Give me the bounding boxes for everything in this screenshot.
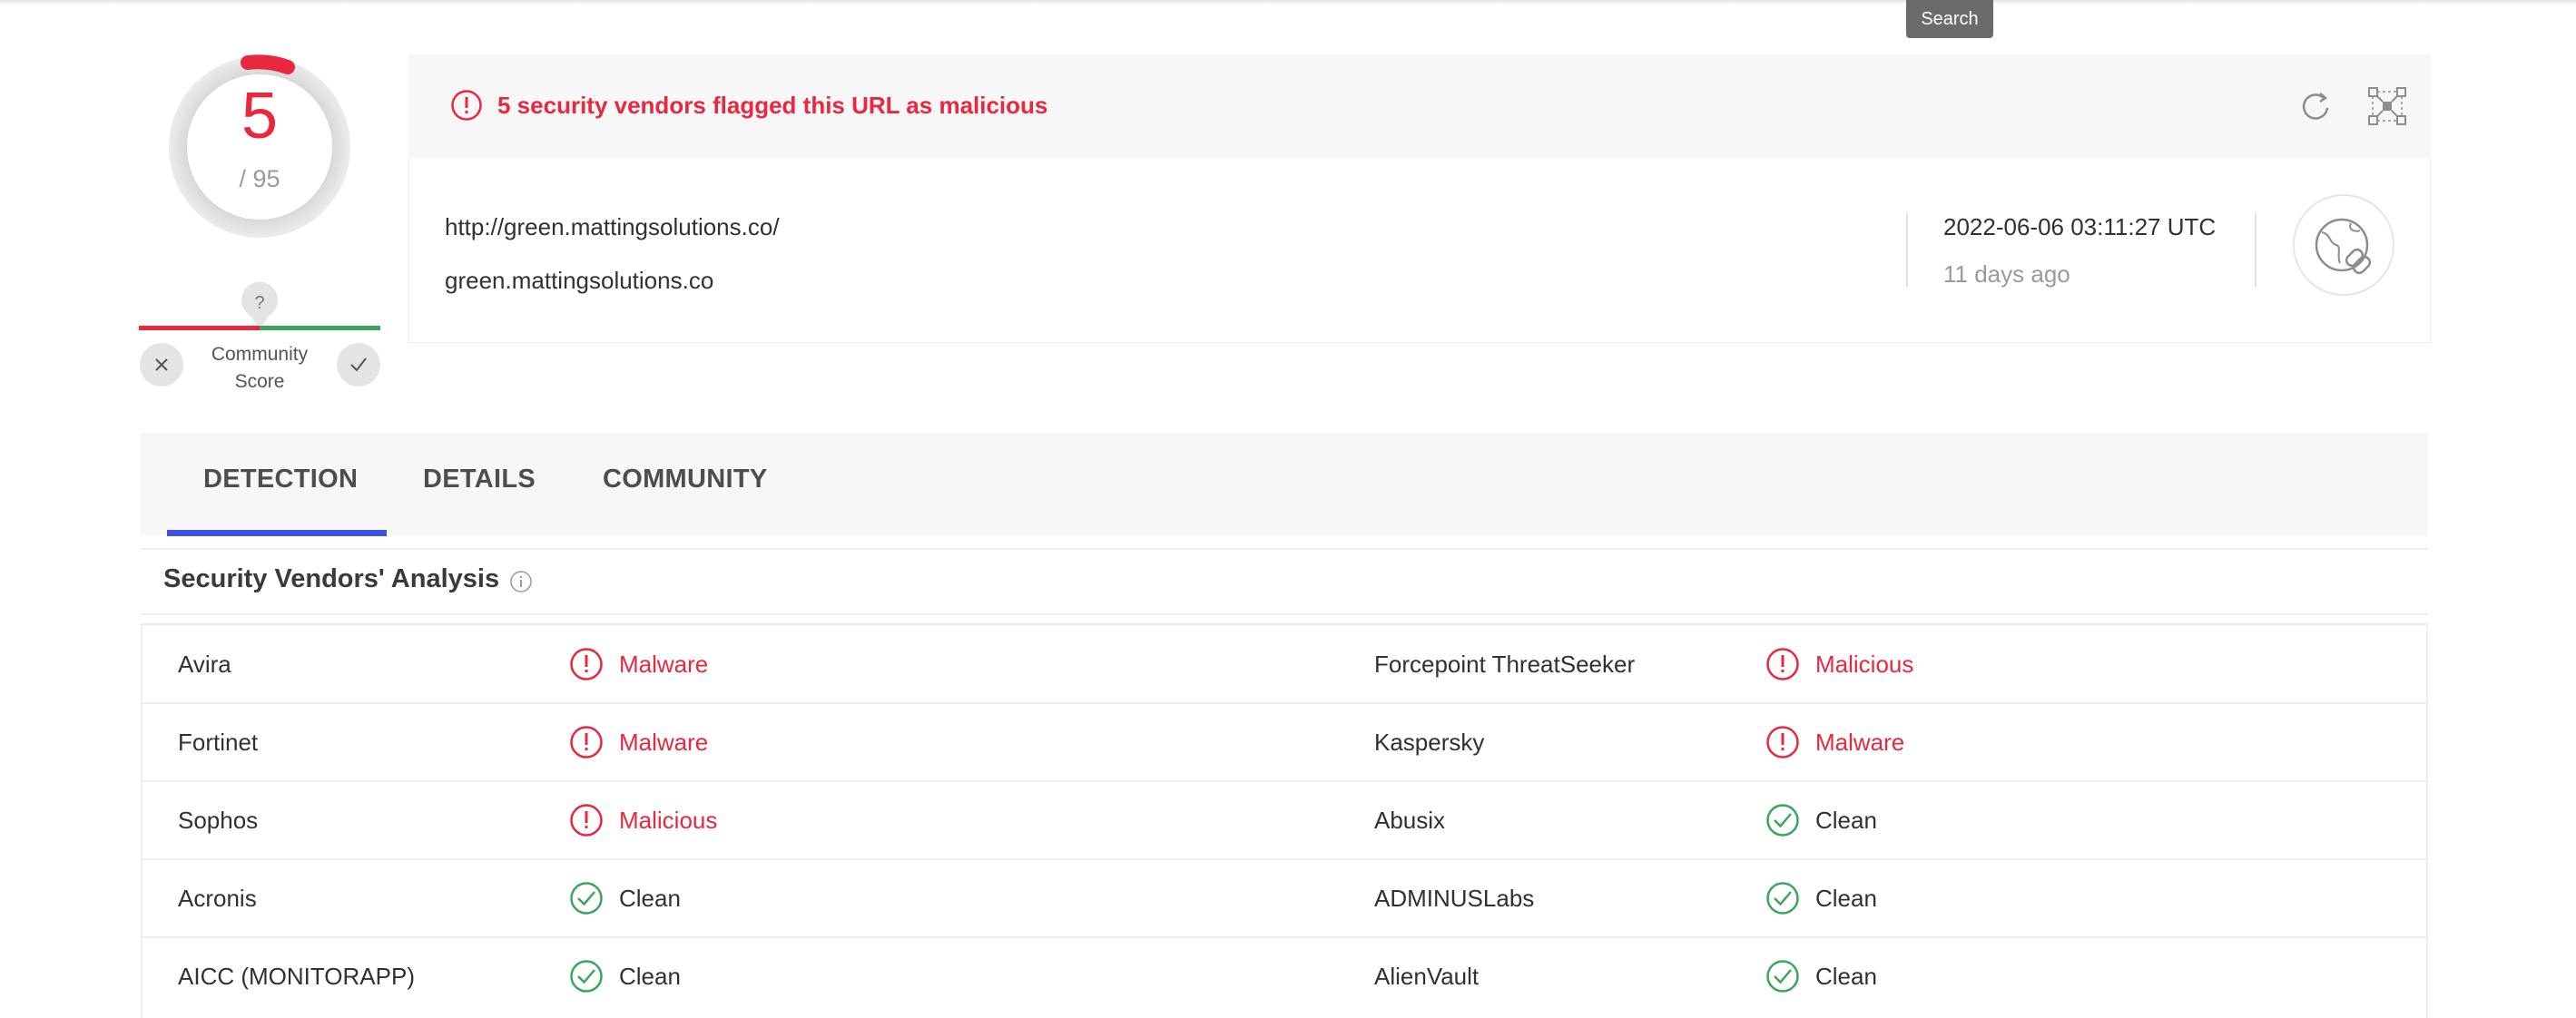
exclamation-circle-icon [1766, 726, 1799, 759]
check-circle-icon [570, 882, 603, 915]
detection-result-malicious: Malware [619, 729, 709, 756]
check-circle-icon [1766, 960, 1799, 993]
vendor-name: Abusix [1374, 807, 1446, 834]
info-icon[interactable] [509, 570, 533, 593]
detection-result-malicious: Malware [619, 651, 709, 678]
graph-icon [2368, 87, 2406, 125]
table-row: AICC (MONITORAPP) Clean AlienVault Clean [0, 937, 2576, 1015]
detection-count: 5 [241, 80, 279, 152]
vendor-name: Sophos [178, 807, 259, 834]
detection-result-malicious: Malware [1815, 729, 1905, 756]
top-shadow [0, 0, 2576, 5]
detection-result-clean: Clean [619, 885, 681, 912]
section-title: Security Vendors' Analysis [163, 564, 500, 593]
detection-result-clean: Clean [1815, 963, 1877, 990]
card-divider [1906, 212, 1908, 287]
check-circle-icon [1766, 804, 1799, 837]
detection-result-clean: Clean [1815, 807, 1877, 834]
vendor-name: Forcepoint ThreatSeeker [1374, 651, 1636, 678]
exclamation-circle-icon [570, 648, 603, 680]
active-tab-indicator [167, 530, 387, 536]
detection-result-malicious: Malicious [1815, 651, 1914, 678]
detection-result-malicious: Malicious [619, 807, 718, 834]
target-summary-card [408, 158, 2431, 343]
check-circle-icon [1766, 882, 1799, 915]
vote-harmful-button[interactable] [140, 343, 183, 387]
check-icon [350, 357, 367, 372]
target-domain[interactable]: green.mattingsolutions.co [445, 267, 713, 295]
card-divider [2255, 212, 2256, 287]
target-url[interactable]: http://green.mattingsolutions.co/ [445, 213, 780, 241]
tab-details[interactable]: DETAILS [423, 465, 536, 494]
detection-result-clean: Clean [1815, 885, 1877, 912]
vendor-name: AICC (MONITORAPP) [178, 963, 415, 990]
close-icon [155, 358, 168, 371]
table-row: Avira Malware Forcepoint ThreatSeeker Malic… [0, 625, 2576, 703]
vendor-name: Kaspersky [1374, 729, 1485, 756]
check-circle-icon [570, 960, 603, 993]
table-row: Acronis Clean ADMINUSLabs Clean [0, 859, 2576, 937]
scan-relative-time: 11 days ago [1943, 260, 2070, 288]
detection-total: / 95 [239, 165, 280, 192]
vendor-name: AlienVault [1374, 963, 1480, 990]
search-tooltip: Search [1906, 0, 1993, 38]
exclamation-circle-icon [1766, 648, 1799, 680]
vendor-name: Acronis [178, 885, 257, 912]
vendor-name: Fortinet [178, 729, 259, 756]
community-score-bar [139, 326, 380, 330]
scan-date: 2022-06-06 03:11:27 UTC [1943, 213, 2217, 240]
exclamation-circle-icon [451, 90, 482, 121]
tabs-divider [141, 548, 2428, 550]
svg-text:?: ? [254, 293, 264, 313]
globe-link-icon [2315, 218, 2372, 275]
refresh-icon [2302, 93, 2329, 120]
vendor-name: Avira [178, 651, 231, 678]
tab-detection[interactable]: DETECTION [203, 465, 358, 494]
table-row: Fortinet Malware Kaspersky Malware [0, 703, 2576, 781]
tab-community[interactable]: COMMUNITY [603, 465, 768, 494]
reanalyze-button[interactable] [2294, 84, 2337, 128]
table-row: Sophos Malicious Abusix Clean [0, 781, 2576, 859]
url-type-badge [2293, 194, 2394, 296]
exclamation-circle-icon [570, 726, 603, 759]
vendor-name: ADMINUSLabs [1374, 885, 1535, 912]
graph-button[interactable] [2365, 83, 2410, 129]
section-divider [141, 613, 2428, 615]
exclamation-circle-icon [570, 804, 603, 837]
community-score-marker: ? [241, 281, 278, 330]
verdict-banner-text: 5 security vendors flagged this URL as m… [497, 92, 1048, 119]
detection-result-clean: Clean [619, 963, 681, 990]
community-score-label: Community Score [211, 344, 309, 392]
vote-harmless-button[interactable] [337, 343, 380, 387]
